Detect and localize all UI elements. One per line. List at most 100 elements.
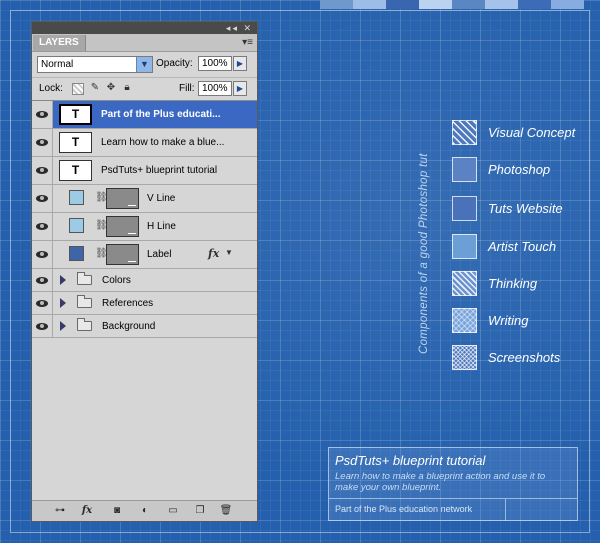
layer-row[interactable]: ⛓︎ Label fx ▼	[32, 241, 257, 269]
layer-row[interactable]: T PsdTuts+ blueprint tutorial	[32, 157, 257, 185]
layer-name[interactable]: H Line	[147, 221, 176, 232]
layer-body[interactable]: Colors	[53, 269, 257, 291]
visibility-toggle[interactable]	[32, 292, 53, 314]
expand-effects-arrow-icon[interactable]: ▼	[225, 248, 233, 257]
visibility-toggle[interactable]	[32, 269, 53, 291]
layer-row[interactable]: ⛓︎ H Line	[32, 213, 257, 241]
blend-mode-value: Normal	[41, 59, 74, 70]
layer-group-row[interactable]: Background	[32, 315, 257, 338]
swatch	[419, 0, 452, 9]
vector-mask-thumbnail[interactable]	[106, 216, 139, 237]
fill-slider-arrow-icon[interactable]: ▶	[233, 81, 247, 96]
eye-icon[interactable]	[36, 167, 48, 174]
visibility-toggle[interactable]	[32, 241, 53, 268]
layer-row[interactable]: T Part of the Plus educati...	[32, 101, 257, 129]
layer-name[interactable]: PsdTuts+ blueprint tutorial	[101, 165, 241, 176]
eye-icon[interactable]	[36, 276, 48, 284]
legend-item: Tuts Website	[452, 196, 563, 221]
legend-swatch	[452, 345, 477, 370]
group-name[interactable]: References	[102, 298, 153, 309]
opacity-slider-arrow-icon[interactable]: ▶	[233, 56, 247, 71]
delete-layer-icon[interactable]: 🗑	[218, 504, 234, 517]
layer-row[interactable]: T Learn how to make a blue...	[32, 129, 257, 157]
folder-icon	[77, 272, 92, 285]
eye-icon[interactable]	[36, 322, 48, 330]
blend-mode-select[interactable]: Normal ▼	[37, 56, 153, 73]
lock-image-pixels-icon[interactable]: ✎	[89, 82, 101, 94]
legend-label: Photoshop	[488, 162, 551, 177]
fill-color-swatch[interactable]	[69, 246, 84, 261]
eye-icon[interactable]	[36, 139, 48, 146]
visibility-toggle[interactable]	[32, 185, 53, 212]
legend-label: Tuts Website	[488, 201, 563, 216]
add-mask-icon[interactable]: ◙	[109, 504, 125, 517]
swatch	[452, 0, 485, 9]
panel-titlebar[interactable]: ◂◂ ✕	[32, 22, 257, 34]
panel-menu-icon[interactable]: ▾≡	[242, 35, 253, 51]
layer-body[interactable]: ⛓︎ H Line	[53, 213, 257, 240]
info-footer-divider	[505, 499, 506, 521]
new-group-icon[interactable]: ▭	[165, 504, 181, 517]
visibility-toggle[interactable]	[32, 129, 53, 156]
visibility-toggle[interactable]	[32, 157, 53, 184]
layer-body[interactable]: T PsdTuts+ blueprint tutorial	[53, 157, 257, 184]
group-name[interactable]: Colors	[102, 275, 131, 286]
layers-panel: ◂◂ ✕ LAYERS ▾≡ Normal ▼ Opacity: 100% ▶ …	[31, 21, 258, 522]
lock-transparent-pixels-icon[interactable]	[72, 83, 84, 95]
fill-color-swatch[interactable]	[69, 218, 84, 233]
legend-swatch	[452, 234, 477, 259]
swatch	[485, 0, 518, 9]
fill-input[interactable]: 100%	[198, 81, 232, 96]
layer-body[interactable]: References	[53, 292, 257, 314]
layer-row[interactable]: ⛓︎ V Line	[32, 185, 257, 213]
visibility-toggle[interactable]	[32, 101, 53, 128]
type-layer-thumbnail: T	[59, 104, 92, 125]
layer-body[interactable]: Background	[53, 315, 257, 337]
expand-arrow-icon[interactable]	[60, 275, 66, 285]
adjustment-layer-icon[interactable]: ◐	[137, 504, 153, 517]
link-layers-icon[interactable]: ⊶	[52, 504, 68, 517]
vector-mask-thumbnail[interactable]	[106, 188, 139, 209]
layer-name[interactable]: V Line	[147, 193, 175, 204]
fill-color-swatch[interactable]	[69, 190, 84, 205]
group-name[interactable]: Background	[102, 321, 155, 332]
eye-icon[interactable]	[36, 251, 48, 258]
layer-body[interactable]: T Part of the Plus educati...	[53, 101, 257, 128]
eye-icon[interactable]	[36, 111, 48, 118]
layer-body[interactable]: T Learn how to make a blue...	[53, 129, 257, 156]
info-footer: Part of the Plus education network	[329, 498, 577, 521]
layer-group-row[interactable]: Colors	[32, 269, 257, 292]
legend-item: Visual Concept	[452, 120, 575, 145]
eye-icon[interactable]	[36, 195, 48, 202]
new-layer-icon[interactable]: ❐	[192, 504, 208, 517]
swatch	[353, 0, 386, 9]
info-box: PsdTuts+ blueprint tutorial Learn how to…	[328, 447, 578, 521]
layer-name[interactable]: Part of the Plus educati...	[101, 109, 241, 120]
collapse-close-icon[interactable]: ◂◂ ✕	[226, 22, 253, 34]
folder-icon	[77, 295, 92, 308]
layer-group-row[interactable]: References	[32, 292, 257, 315]
layer-style-icon[interactable]: fx	[79, 504, 95, 517]
vector-mask-thumbnail[interactable]	[106, 244, 139, 265]
expand-arrow-icon[interactable]	[60, 321, 66, 331]
layer-name[interactable]: Learn how to make a blue...	[101, 137, 241, 148]
layer-body[interactable]: ⛓︎ Label fx ▼	[53, 241, 257, 268]
lock-all-icon[interactable]: 🔒︎	[121, 82, 133, 94]
layer-effects-icon[interactable]: fx	[208, 247, 219, 260]
layer-body[interactable]: ⛓︎ V Line	[53, 185, 257, 212]
visibility-toggle[interactable]	[32, 315, 53, 337]
legend-item: Photoshop	[452, 157, 550, 182]
visibility-toggle[interactable]	[32, 213, 53, 240]
expand-arrow-icon[interactable]	[60, 298, 66, 308]
folder-icon	[77, 318, 92, 331]
type-layer-thumbnail: T	[59, 160, 92, 181]
eye-icon[interactable]	[36, 299, 48, 307]
tab-layers[interactable]: LAYERS	[33, 35, 86, 51]
lock-position-icon[interactable]: ✥	[105, 82, 117, 94]
blueprint-canvas: Components of a good Photoshop tut Visua…	[0, 0, 600, 543]
layer-name[interactable]: Label	[147, 249, 171, 260]
chevron-down-icon[interactable]: ▼	[136, 57, 152, 72]
fill-label: Fill:	[179, 83, 195, 94]
eye-icon[interactable]	[36, 223, 48, 230]
opacity-input[interactable]: 100%	[198, 56, 232, 71]
